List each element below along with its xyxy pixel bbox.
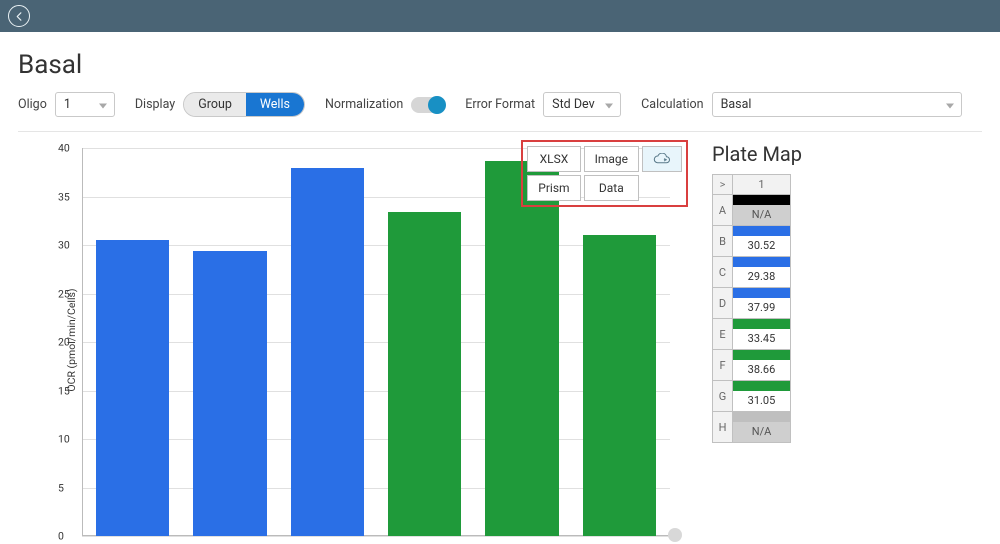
plate-map-panel: Plate Map > 1 AN/AB30.52C29.38D37.99E33.… bbox=[712, 140, 982, 540]
plate-row-header[interactable]: F bbox=[713, 350, 733, 381]
y-tick-label: 15 bbox=[58, 384, 70, 397]
cloud-icon bbox=[653, 153, 671, 165]
y-tick-label: 10 bbox=[58, 433, 70, 446]
export-image-button[interactable]: Image bbox=[584, 146, 639, 172]
y-tick-label: 25 bbox=[58, 287, 70, 300]
calculation-dropdown[interactable]: Basal bbox=[712, 92, 962, 117]
display-group-option[interactable]: Group bbox=[184, 93, 246, 116]
chart-bar[interactable] bbox=[291, 168, 364, 537]
chart-bar[interactable] bbox=[388, 212, 461, 536]
oligo-label: Oligo bbox=[18, 97, 47, 112]
chart-bar[interactable] bbox=[583, 235, 656, 536]
page-title: Basal bbox=[18, 50, 982, 80]
plate-cell[interactable]: 33.45 bbox=[733, 319, 791, 350]
plate-map-table: > 1 AN/AB30.52C29.38D37.99E33.45F38.66G3… bbox=[712, 174, 791, 443]
error-format-label: Error Format bbox=[465, 97, 535, 112]
plate-cell-color-strip bbox=[733, 319, 790, 329]
chart-bar[interactable] bbox=[485, 161, 558, 536]
chart: OCR (pmol/min/Cells) 0510152025303540 XL… bbox=[18, 140, 688, 540]
plate-cell-color-strip bbox=[733, 226, 790, 236]
plate-row-header[interactable]: H bbox=[713, 412, 733, 443]
plate-map-col-header[interactable]: 1 bbox=[733, 175, 791, 195]
normalization-label: Normalization bbox=[325, 97, 403, 112]
plate-cell-value: 31.05 bbox=[733, 391, 790, 411]
plate-row-header[interactable]: B bbox=[713, 226, 733, 257]
display-label: Display bbox=[135, 97, 175, 112]
plate-row-header[interactable]: E bbox=[713, 319, 733, 350]
calculation-value: Basal bbox=[721, 97, 752, 112]
y-axis bbox=[82, 148, 83, 536]
plate-cell-value: 37.99 bbox=[733, 298, 790, 318]
export-cloud-button[interactable] bbox=[642, 146, 682, 172]
plate-cell-color-strip bbox=[733, 412, 790, 422]
plate-cell[interactable]: 37.99 bbox=[733, 288, 791, 319]
y-tick-label: 20 bbox=[58, 336, 70, 349]
grid-line bbox=[82, 536, 670, 537]
y-tick-label: 30 bbox=[58, 239, 70, 252]
plate-cell[interactable]: 30.52 bbox=[733, 226, 791, 257]
plate-cell-color-strip bbox=[733, 257, 790, 267]
oligo-value: 1 bbox=[64, 97, 71, 112]
oligo-dropdown[interactable]: 1 bbox=[55, 92, 115, 117]
chart-bar[interactable] bbox=[193, 251, 266, 536]
plate-cell-color-strip bbox=[733, 288, 790, 298]
y-tick-label: 0 bbox=[58, 530, 64, 543]
plate-cell-color-strip bbox=[733, 195, 790, 205]
plate-cell[interactable]: 38.66 bbox=[733, 350, 791, 381]
display-toggle: Group Wells bbox=[183, 92, 305, 117]
export-data-button[interactable]: Data bbox=[584, 175, 639, 201]
plate-cell-value: N/A bbox=[733, 205, 790, 225]
plate-cell[interactable]: 31.05 bbox=[733, 381, 791, 412]
back-button[interactable] bbox=[8, 5, 30, 27]
calculation-label: Calculation bbox=[641, 97, 703, 112]
plate-cell[interactable]: 29.38 bbox=[733, 257, 791, 288]
plate-cell-value: 33.45 bbox=[733, 329, 790, 349]
plate-cell-color-strip bbox=[733, 381, 790, 391]
plate-row-header[interactable]: G bbox=[713, 381, 733, 412]
plate-cell[interactable]: N/A bbox=[733, 412, 791, 443]
plate-row-header[interactable]: A bbox=[713, 195, 733, 226]
plate-cell-value: N/A bbox=[733, 422, 790, 442]
export-prism-button[interactable]: Prism bbox=[527, 175, 580, 201]
plate-cell-value: 29.38 bbox=[733, 267, 790, 287]
chart-bar[interactable] bbox=[96, 240, 169, 536]
topbar bbox=[0, 0, 1000, 32]
display-wells-option[interactable]: Wells bbox=[246, 93, 304, 116]
controls-bar: Oligo 1 Display Group Wells Normalizatio… bbox=[18, 92, 982, 132]
scroll-handle-icon[interactable] bbox=[668, 528, 682, 542]
plate-cell-value: 38.66 bbox=[733, 360, 790, 380]
normalization-switch[interactable] bbox=[411, 97, 445, 113]
error-format-dropdown[interactable]: Std Dev bbox=[543, 92, 621, 117]
export-xlsx-button[interactable]: XLSX bbox=[527, 146, 580, 172]
plate-map-corner[interactable]: > bbox=[713, 175, 733, 195]
y-tick-label: 40 bbox=[58, 142, 70, 155]
y-tick-label: 35 bbox=[58, 190, 70, 203]
plate-cell-color-strip bbox=[733, 350, 790, 360]
arrow-left-icon bbox=[14, 11, 25, 22]
plate-row-header[interactable]: C bbox=[713, 257, 733, 288]
export-menu: XLSX Image Prism Data bbox=[521, 140, 688, 207]
error-format-value: Std Dev bbox=[552, 97, 594, 112]
plate-cell-value: 30.52 bbox=[733, 236, 790, 256]
plate-cell[interactable]: N/A bbox=[733, 195, 791, 226]
plate-row-header[interactable]: D bbox=[713, 288, 733, 319]
y-tick-label: 5 bbox=[58, 481, 64, 494]
plate-map-title: Plate Map bbox=[712, 142, 982, 166]
